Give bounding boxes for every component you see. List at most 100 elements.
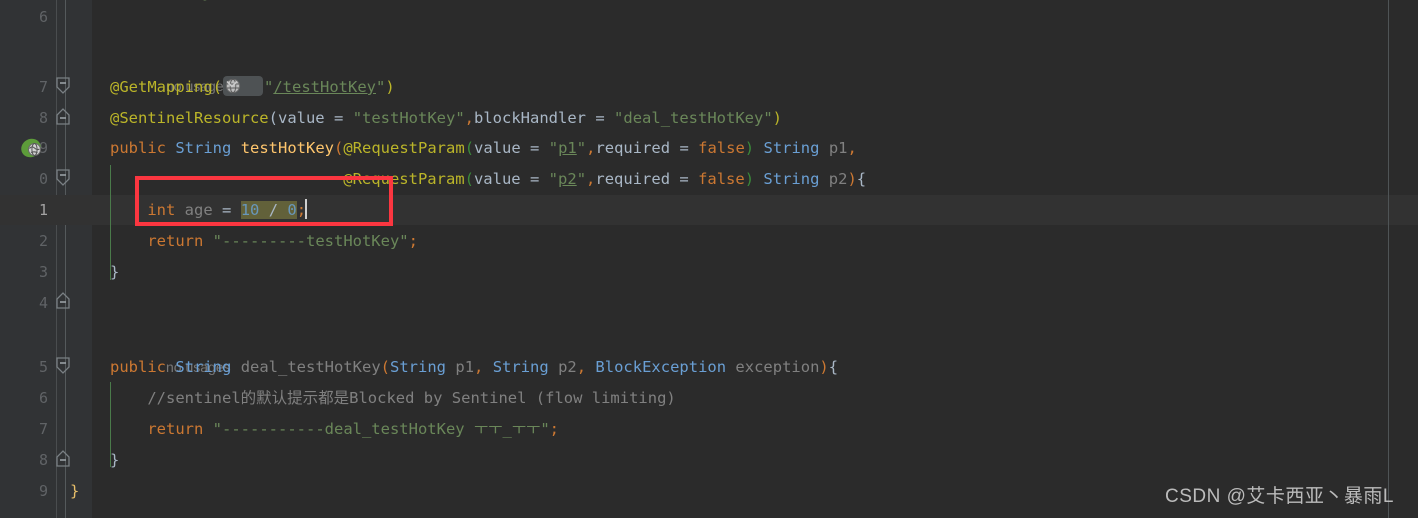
selected-expression[interactable]: 10 / 0 [240,201,297,219]
comment-sentinel: //sentinel的默认提示都是Blocked by Sentinel (fl… [147,389,676,407]
keyword-return: return [147,420,204,438]
code-line[interactable]: } [92,257,1418,287]
paren-close: ) [772,109,783,127]
line-number: 8 [38,109,48,127]
equals: = [679,170,689,188]
right-margin-guide [1388,0,1389,518]
code-line[interactable]: public String testHotKey(@RequestParam(v… [92,133,1418,163]
watermark: CSDN @艾卡西亚丶暴雨L [1165,486,1394,507]
spring-bean-icon[interactable] [20,136,44,160]
equals: = [679,139,689,157]
annotation-sentinelresource: @SentinelResource [110,109,269,127]
fold-expand-marker[interactable] [52,106,72,126]
fold-expand-icon [56,108,70,125]
type-string: String [763,170,820,188]
param-string-p2[interactable]: p2 [558,170,577,188]
code-line[interactable]: return "-----------deal_testHotKey ㅜㅜ_ㅜㅜ… [92,414,1418,444]
param-p2: p2 [558,358,577,376]
code-line[interactable]: //sentinel的默认提示都是Blocked by Sentinel (fl… [92,383,1418,413]
paren-open: ( [212,78,222,96]
quote: " [548,139,559,157]
comma: , [576,358,587,376]
line-number: 6 [38,389,48,407]
line-number: 7 [38,420,48,438]
method-name-deal-testhotkey: deal_testHotKey [240,358,381,376]
quote: " [548,170,559,188]
line-number: 4 [38,294,48,312]
string-return-testhotkey: "---------testHotKey" [212,232,409,250]
keyword-return: return [147,232,204,250]
param-p1: p1 [455,358,475,376]
line-number: 7 [38,78,48,96]
paren-open: ( [464,139,475,157]
paren-close: ) [819,358,829,376]
attr-blockhandler-key: blockHandler [474,109,586,127]
comma: , [586,170,596,188]
attr-required-key: required [595,170,671,188]
mapping-gutter-pill[interactable] [223,76,263,96]
code-line[interactable]: return "---------testHotKey"; [92,226,1418,256]
string-testhotkey: "testHotKey" [352,109,465,127]
code-line[interactable]: @SentinelResource(value = "testHotKey",b… [92,103,1418,133]
string-deal-testhotkey: "deal_testHotKey" [614,109,773,127]
line-number: 8 [38,451,48,469]
chevron-down-icon [226,81,238,88]
paren-open: ( [334,139,344,157]
paren-close: ) [744,139,755,157]
line-number: 0 [38,170,48,188]
code-line[interactable]: @RequestParam(value = "p2",required = fa… [92,164,1418,194]
keyword-int: int [147,201,176,219]
clipped-glyph: } [202,0,211,8]
fold-expand-icon [56,450,70,467]
line-number: 2 [38,232,48,250]
fold-collapse-marker[interactable] [52,75,72,95]
semicolon: ; [408,232,418,250]
code-line-usage-hint: no usages [92,322,1418,375]
number-10: 10 [240,201,260,219]
attr-value-key: value [277,109,325,127]
code-content[interactable]: } no usages @GetMapping("/testHotKey") @… [70,0,1418,518]
code-line[interactable]: @GetMapping("/testHotKey") [92,72,1418,102]
paren-open: ( [464,170,474,188]
fold-collapse-icon [56,169,70,186]
annotation-requestparam: @RequestParam [343,139,465,157]
fold-collapse-icon [56,77,70,94]
variable-age: age [184,201,213,219]
brace-close: } [110,451,120,469]
comma: , [464,109,475,127]
param-p1: p1 [828,139,848,157]
fold-expand-marker[interactable] [52,448,72,468]
equals: = [530,139,540,157]
attr-value-key: value [474,139,521,157]
type-string: String [763,139,820,157]
equals: = [595,109,605,127]
fold-collapse-marker[interactable] [52,355,72,375]
fold-collapse-marker[interactable] [52,167,72,187]
code-line[interactable]: public String deal_testHotKey(String p1,… [92,352,1418,382]
line-number-current: 1 [38,201,48,219]
operator-divide: / [268,201,279,219]
fold-expand-icon [56,292,70,309]
brace-open: { [856,170,867,188]
code-line-current[interactable]: int age = 10 / 0; [92,195,1418,225]
paren-open: ( [268,109,278,127]
param-string-p1[interactable]: p1 [558,139,577,157]
param-exception: exception [735,358,820,376]
comma: , [847,139,857,157]
fold-expand-marker[interactable] [52,290,72,310]
code-line[interactable]: } [92,445,1418,475]
line-number: 3 [38,263,48,281]
equals: = [334,109,344,127]
attr-value-key: value [473,170,521,188]
annotation-getmapping: @GetMapping [110,78,213,96]
code-editor[interactable]: 6 7 8 9 0 1 2 3 4 5 6 7 8 9 no usages @G… [0,0,1418,518]
keyword-false: false [698,139,745,157]
keyword-public: public [110,358,166,376]
comma: , [474,358,484,376]
code-line-usage-hint: no usages [92,41,1418,94]
quote: " [264,78,274,96]
equals: = [222,201,232,219]
mapping-path-link[interactable]: /testHotKey [273,78,376,96]
brace-close-class: } [70,482,80,500]
number-0: 0 [287,201,297,219]
